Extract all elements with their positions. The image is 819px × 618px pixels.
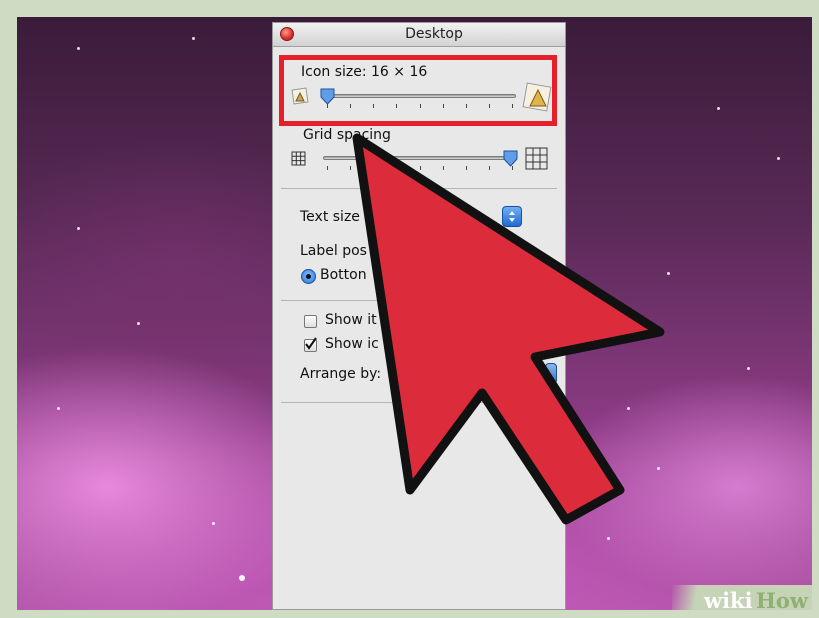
watermark-how: How xyxy=(756,588,808,613)
watermark-wiki: wiki xyxy=(704,588,753,613)
red-pointer-arrow xyxy=(352,133,665,525)
